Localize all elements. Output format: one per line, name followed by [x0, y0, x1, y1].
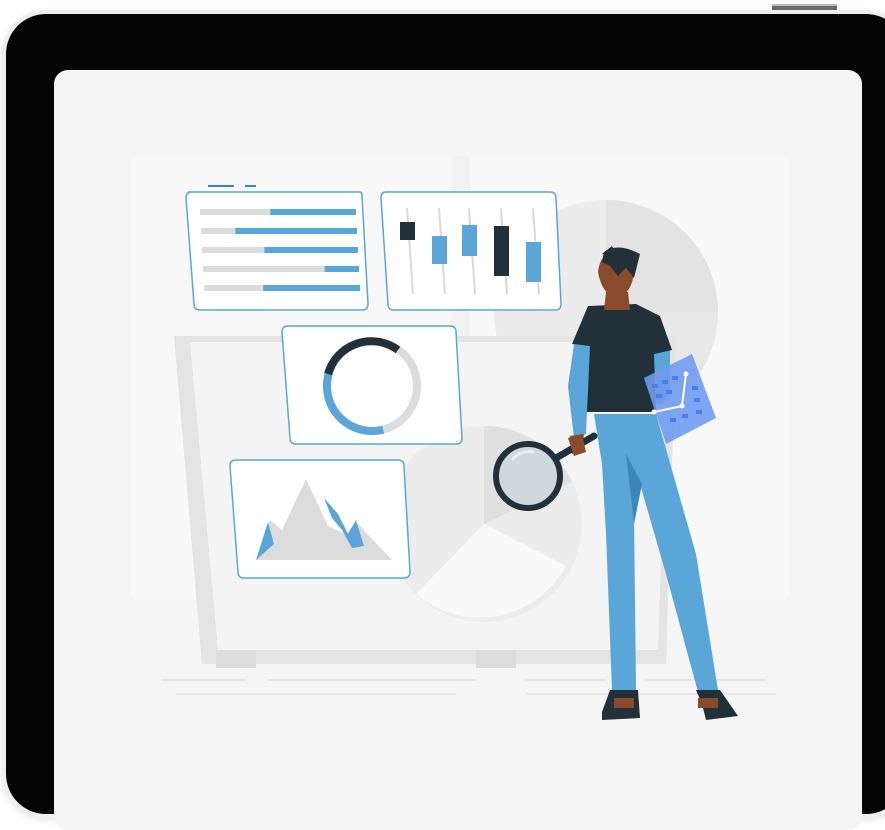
- data-analysis-illustration: [130, 156, 790, 720]
- tablet-frame: [6, 14, 885, 830]
- bar-fill: [263, 285, 360, 291]
- bar-fill: [324, 266, 359, 272]
- donut-chart-card: [281, 325, 463, 445]
- bar-fill: [235, 228, 357, 234]
- candle-body: [494, 226, 509, 276]
- tablet-screen: [54, 70, 862, 830]
- horizontal-bar-chart-card: [185, 191, 369, 311]
- candle-body: [400, 222, 415, 240]
- candle-body: [432, 236, 447, 264]
- candlestick-chart-card: [380, 191, 562, 311]
- candle-body: [462, 225, 477, 256]
- bar-fill: [264, 247, 358, 253]
- area-chart-card: [229, 459, 411, 579]
- candle-body: [526, 242, 541, 282]
- bar-fill: [270, 209, 356, 215]
- ground-shadow-lines: [161, 679, 776, 695]
